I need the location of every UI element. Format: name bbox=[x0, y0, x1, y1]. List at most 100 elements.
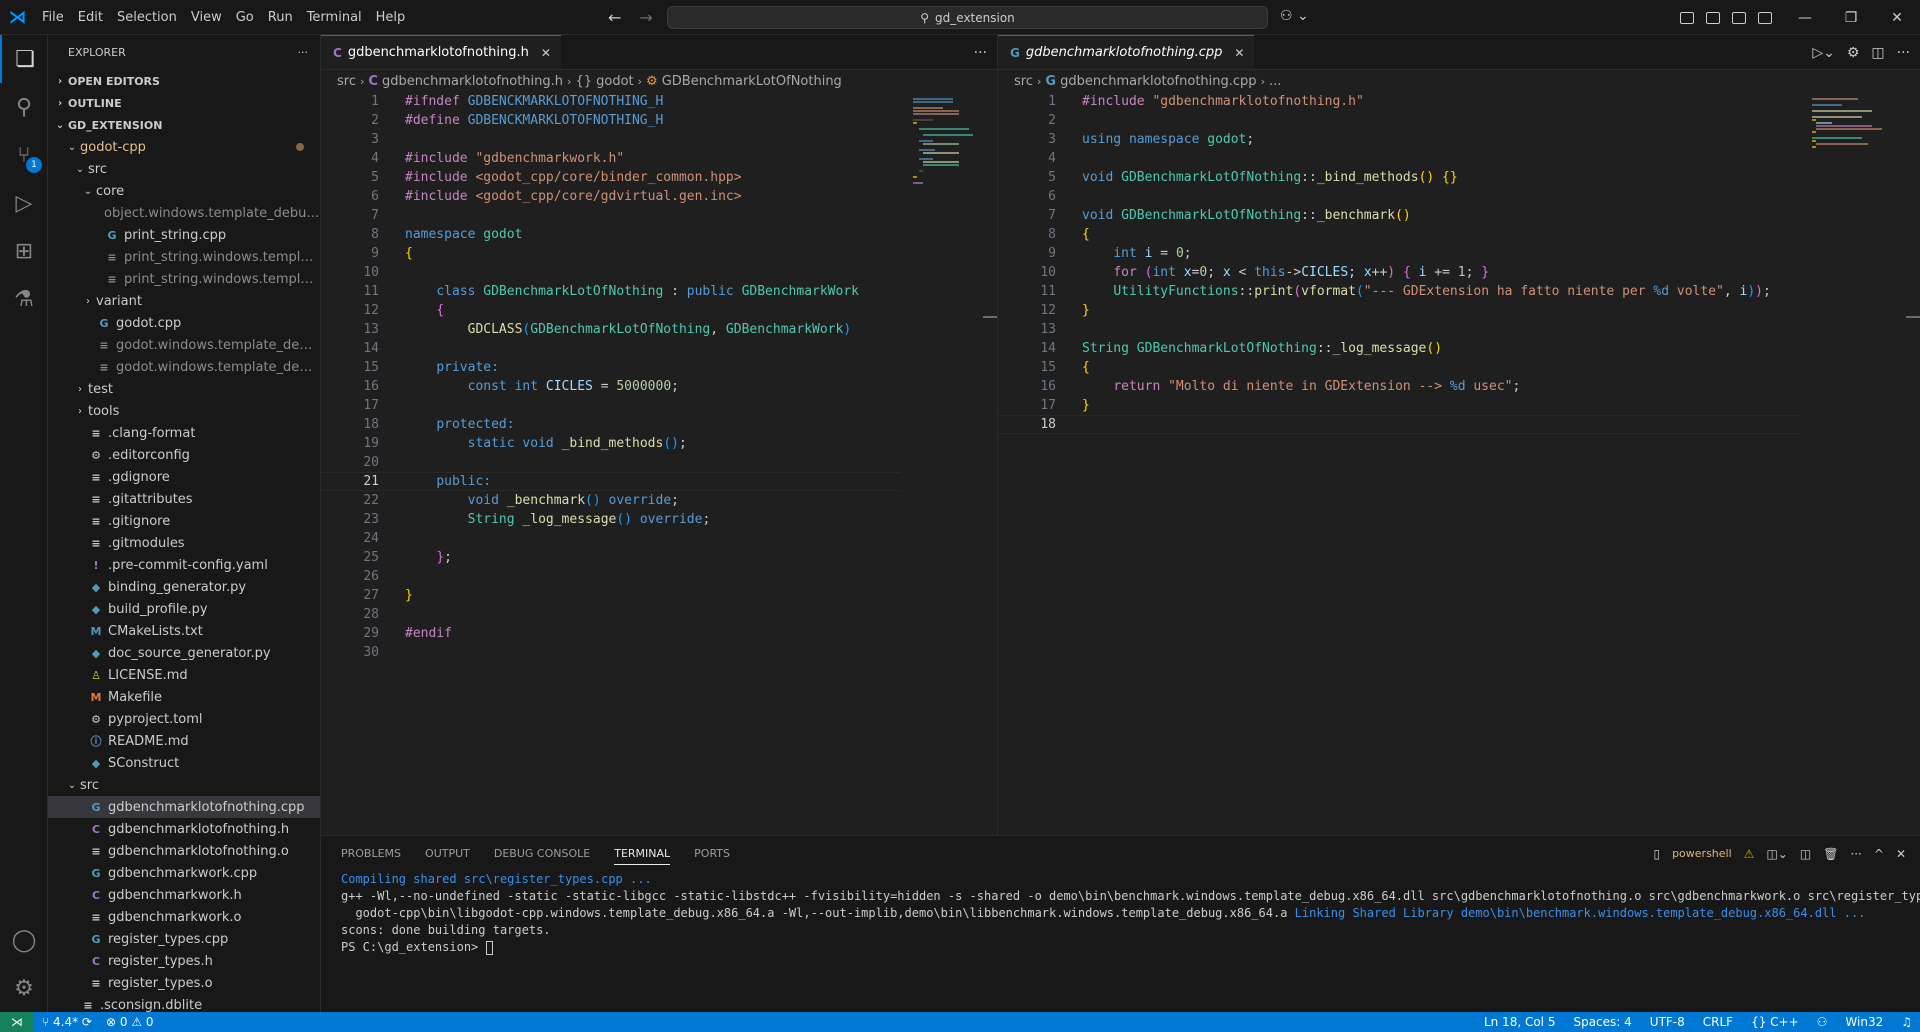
tree-item[interactable]: Cgdbenchmarklotofnothing.h bbox=[48, 818, 320, 840]
tree-item[interactable]: ≡ .gitignore bbox=[48, 510, 320, 532]
new-terminal-dropdown-icon[interactable]: ◫⌄ bbox=[1766, 847, 1787, 861]
menu-run[interactable]: Run bbox=[261, 0, 300, 35]
language-mode[interactable]: {} C++ bbox=[1751, 1015, 1799, 1029]
remote-indicator-icon[interactable]: ⋊ bbox=[0, 1012, 34, 1032]
tab-terminal[interactable]: TERMINAL bbox=[614, 847, 671, 865]
breadcrumb-item[interactable]: GDBenchmarkLotOfNothing bbox=[662, 74, 842, 89]
close-tab-icon[interactable]: ✕ bbox=[1234, 46, 1244, 60]
source-control-icon[interactable]: ⑂ 1 bbox=[0, 131, 48, 179]
breadcrumb-item[interactable]: src bbox=[1014, 74, 1033, 89]
command-center-search[interactable]: ⚲ gd_extension bbox=[667, 6, 1268, 29]
tree-item[interactable]: M Makefile bbox=[48, 686, 320, 708]
encoding[interactable]: UTF-8 bbox=[1650, 1015, 1685, 1029]
tab-problems[interactable]: PROBLEMS bbox=[341, 847, 401, 860]
tree-item[interactable]: ≡ print_string.windows.template_deb... bbox=[48, 268, 320, 290]
tree-item[interactable]: ♙ LICENSE.md bbox=[48, 664, 320, 686]
tree-item[interactable]: ! .pre-commit-config.yaml bbox=[48, 554, 320, 576]
terminal-output[interactable]: Compiling shared src\register_types.cpp … bbox=[321, 871, 1920, 956]
tree-item[interactable]: Cgdbenchmarkwork.h bbox=[48, 884, 320, 906]
tree-item[interactable]: ≡ .sconsign.dblite bbox=[48, 994, 320, 1013]
tree-item[interactable]: ≡ .clang-format bbox=[48, 422, 320, 444]
breadcrumb-item[interactable]: gdbenchmarklotofnothing.h bbox=[382, 74, 563, 89]
extensions-icon[interactable]: ⊞ bbox=[0, 227, 48, 275]
menu-go[interactable]: Go bbox=[229, 0, 261, 35]
tree-item[interactable]: ≡ .gitmodules bbox=[48, 532, 320, 554]
tree-item[interactable]: ≡ .gitattributes bbox=[48, 488, 320, 510]
platform[interactable]: Win32 bbox=[1845, 1015, 1883, 1029]
breadcrumb-item[interactable]: gdbenchmarklotofnothing.cpp bbox=[1060, 74, 1257, 89]
close-window-icon[interactable]: ✕ bbox=[1874, 0, 1920, 35]
breadcrumb-item[interactable]: ... bbox=[1269, 74, 1281, 89]
close-panel-icon[interactable]: ✕ bbox=[1896, 847, 1906, 861]
workspace-section[interactable]: ⌄ GD_EXTENSION bbox=[48, 114, 320, 136]
tab-output[interactable]: OUTPUT bbox=[425, 847, 470, 860]
tree-item[interactable]: ≡ godot.windows.template_debug.x86_... bbox=[48, 356, 320, 378]
tree-item[interactable]: ⌄ core bbox=[48, 180, 320, 202]
problems-status[interactable]: ⊗ 0 ⚠ 0 bbox=[106, 1015, 154, 1029]
split-terminal-icon[interactable]: ◫ bbox=[1800, 847, 1811, 861]
right-minimap[interactable] bbox=[1812, 92, 1882, 212]
tree-item[interactable]: › tools bbox=[48, 400, 320, 422]
tab-gdbenchmarklotofnothing-h[interactable]: C gdbenchmarklotofnothing.h ✕ bbox=[321, 35, 561, 69]
notifications-bell-icon[interactable]: ♫ bbox=[1901, 1015, 1912, 1029]
editor-more-actions-icon[interactable]: ··· bbox=[974, 45, 987, 61]
tree-item[interactable]: ≡ register_types.o bbox=[48, 972, 320, 994]
open-editors-section[interactable]: › OPEN EDITORS bbox=[48, 70, 320, 92]
left-minimap[interactable] bbox=[913, 92, 983, 212]
breadcrumb-item[interactable]: {} godot bbox=[575, 74, 633, 89]
tree-item[interactable]: ⚙ pyproject.toml bbox=[48, 708, 320, 730]
tree-item[interactable]: ◆ binding_generator.py bbox=[48, 576, 320, 598]
toggle-primary-sidebar-icon[interactable] bbox=[1706, 11, 1720, 24]
toggle-panel-icon[interactable] bbox=[1732, 11, 1746, 24]
tree-item[interactable]: ≡ gdbenchmarkwork.o bbox=[48, 906, 320, 928]
testing-icon[interactable]: ⚗ bbox=[0, 275, 48, 323]
split-editor-icon[interactable]: ◫ bbox=[1871, 45, 1884, 61]
copilot-icon[interactable]: ⚇ ⌄ bbox=[1280, 8, 1309, 24]
tree-item[interactable]: ≡ .gdignore bbox=[48, 466, 320, 488]
copilot-status-icon[interactable]: ⚇ bbox=[1817, 1015, 1828, 1029]
tree-item[interactable]: M CMakeLists.txt bbox=[48, 620, 320, 642]
menu-help[interactable]: Help bbox=[369, 0, 413, 35]
tree-item[interactable]: ◆ doc_source_generator.py bbox=[48, 642, 320, 664]
manage-gear-icon[interactable]: ⚙ bbox=[0, 964, 48, 1012]
tree-item[interactable]: object.windows.template_debug.x8... bbox=[48, 202, 320, 224]
customize-layout-icon[interactable] bbox=[1680, 11, 1694, 24]
panel-more-actions-icon[interactable]: ··· bbox=[1850, 847, 1861, 861]
tree-item[interactable]: ≡ gdbenchmarklotofnothing.o bbox=[48, 840, 320, 862]
settings-gear-icon[interactable]: ⚙ bbox=[1847, 45, 1860, 61]
tree-item[interactable]: Ggdbenchmarklotofnothing.cpp bbox=[48, 796, 320, 818]
accounts-icon[interactable]: ◯ bbox=[0, 916, 48, 964]
menu-edit[interactable]: Edit bbox=[71, 0, 110, 35]
tree-item[interactable]: ⌄ src bbox=[48, 774, 320, 796]
cursor-position[interactable]: Ln 18, Col 5 bbox=[1484, 1015, 1556, 1029]
run-debug-dropdown-icon[interactable]: ▷⌄ bbox=[1812, 45, 1835, 61]
tree-item[interactable]: ≡ godot.windows.template_debug.dou... bbox=[48, 334, 320, 356]
tree-item[interactable]: ≡ print_string.windows.template_deb... bbox=[48, 246, 320, 268]
maximize-panel-icon[interactable]: ^ bbox=[1874, 847, 1884, 861]
tree-item[interactable]: Ggodot.cpp bbox=[48, 312, 320, 334]
tree-item[interactable]: › test bbox=[48, 378, 320, 400]
tree-item[interactable]: Cregister_types.h bbox=[48, 950, 320, 972]
menu-terminal[interactable]: Terminal bbox=[300, 0, 369, 35]
more-actions-icon[interactable]: ··· bbox=[298, 46, 309, 59]
tree-item[interactable]: ⌄ godot-cpp bbox=[48, 136, 320, 158]
tree-item[interactable]: ◆ SConstruct bbox=[48, 752, 320, 774]
terminal-shell-label[interactable]: powershell bbox=[1672, 847, 1732, 860]
back-arrow-icon[interactable]: ← bbox=[608, 8, 621, 27]
tree-item[interactable]: ⓘ README.md bbox=[48, 730, 320, 752]
search-view-icon[interactable]: ⚲ bbox=[0, 83, 48, 131]
git-branch-status[interactable]: ⑂ 4.4* ⟳ bbox=[42, 1015, 92, 1029]
left-code-area[interactable]: 1 #ifndef GDBENCKMARKLOTOFNOTHING_H 2 #defi… bbox=[321, 92, 901, 662]
menu-file[interactable]: File bbox=[35, 0, 71, 35]
close-tab-icon[interactable]: ✕ bbox=[541, 46, 551, 60]
kill-terminal-icon[interactable]: 🗑 bbox=[1823, 847, 1838, 861]
tree-item[interactable]: › variant bbox=[48, 290, 320, 312]
tab-gdbenchmarklotofnothing-cpp[interactable]: G gdbenchmarklotofnothing.cpp ✕ bbox=[998, 35, 1255, 69]
indentation[interactable]: Spaces: 4 bbox=[1573, 1015, 1631, 1029]
menu-selection[interactable]: Selection bbox=[110, 0, 184, 35]
tree-item[interactable]: Ggdbenchmarkwork.cpp bbox=[48, 862, 320, 884]
toggle-secondary-sidebar-icon[interactable] bbox=[1758, 11, 1772, 24]
tree-item[interactable]: ◆ build_profile.py bbox=[48, 598, 320, 620]
minimize-icon[interactable]: — bbox=[1782, 0, 1828, 35]
explorer-icon[interactable]: ❏ bbox=[0, 35, 48, 83]
